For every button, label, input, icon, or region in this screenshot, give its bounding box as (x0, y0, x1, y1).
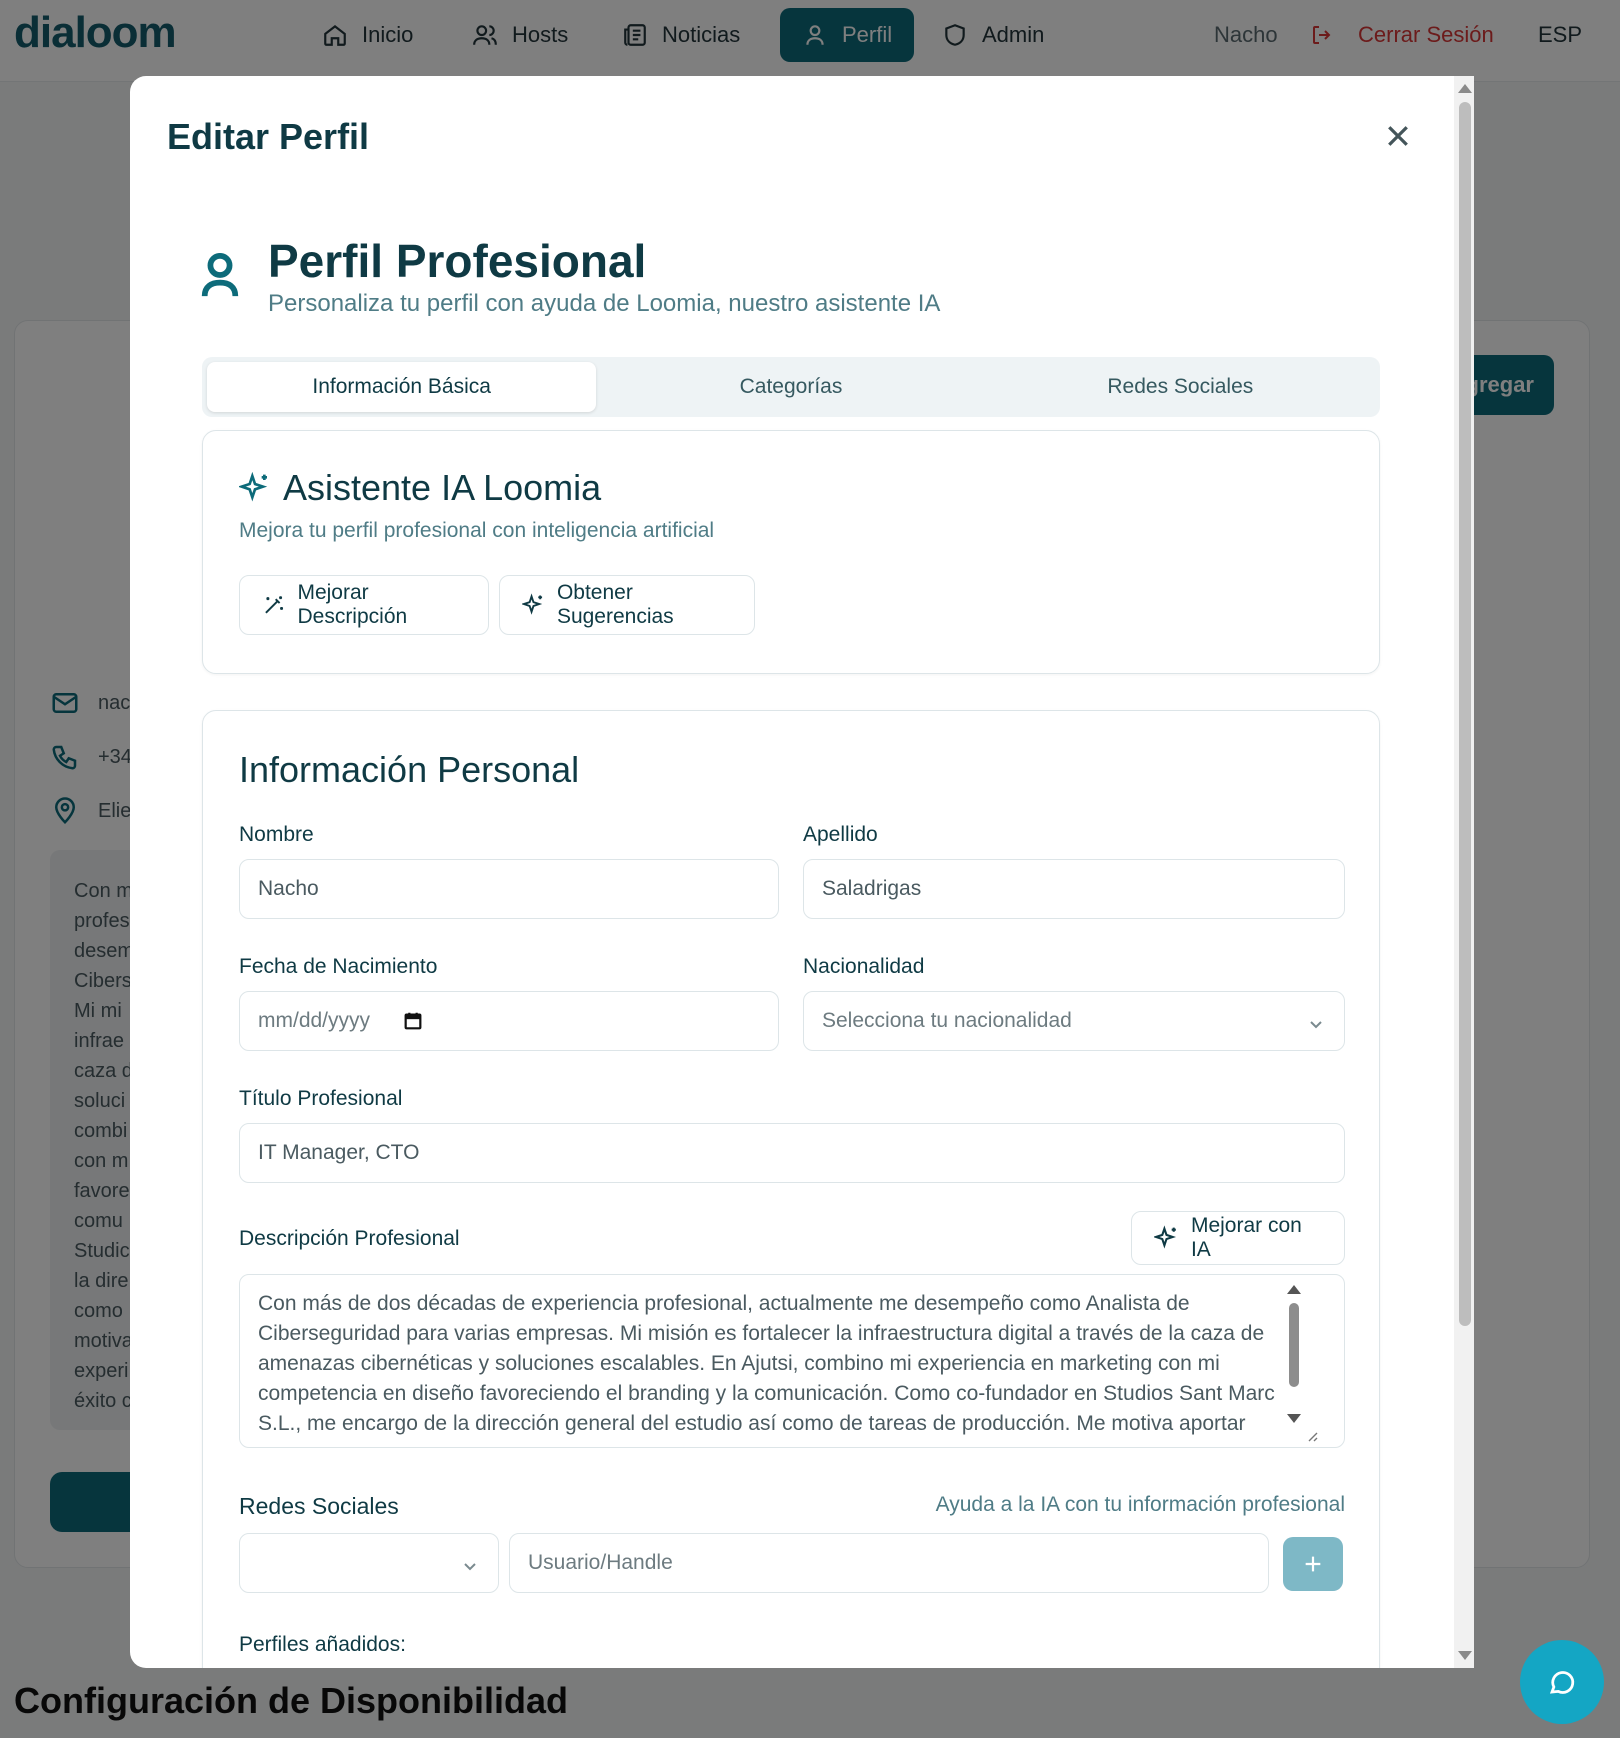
first-name-label: Nombre (239, 823, 314, 846)
improve-with-ai-button[interactable]: Mejorar con IA (1131, 1211, 1345, 1265)
sparkles-icon (1154, 1225, 1177, 1249)
social-network-select[interactable] (239, 1533, 499, 1593)
tab-basic-info[interactable]: Información Básica (207, 362, 597, 412)
professional-profile-subtitle: Personaliza tu perfil con ayuda de Loomi… (268, 290, 941, 317)
close-icon (1388, 126, 1408, 146)
tab-social[interactable]: Redes Sociales (986, 362, 1375, 412)
improve-description-label: Mejorar Descripción (297, 581, 408, 628)
ai-assistant-card: Asistente IA Loomia Mejora tu perfil pro… (202, 430, 1380, 674)
profile-user-icon (200, 252, 240, 303)
nationality-placeholder: Selecciona tu nacionalidad (822, 1009, 1072, 1032)
description-textarea[interactable]: Con más de dos décadas de experiencia pr… (239, 1274, 1345, 1448)
ai-assistant-title: Asistente IA Loomia (239, 467, 601, 509)
profile-tabs: Información Básica Categorías Redes Soci… (202, 357, 1380, 417)
get-suggestions-button[interactable]: Obtener Sugerencias (499, 575, 755, 635)
last-name-label: Apellido (803, 823, 878, 846)
last-name-value: Saladrigas (822, 877, 922, 900)
first-name-value: Nacho (258, 877, 319, 900)
personal-info-title: Información Personal (239, 749, 580, 790)
ai-assistant-title-text: Asistente IA Loomia (283, 467, 602, 508)
social-handle-placeholder: Usuario/Handle (528, 1551, 673, 1574)
job-title-value: IT Manager, CTO (258, 1141, 420, 1164)
birthdate-input[interactable]: mm/dd/yyyy (239, 991, 779, 1051)
get-suggestions-label: Obtener Sugerencias (556, 581, 674, 628)
chevron-down-icon (1308, 1014, 1322, 1029)
description-label: Descripción Profesional (239, 1227, 460, 1250)
user-icon (201, 252, 239, 297)
professional-profile-title: Perfil Profesional (268, 235, 647, 287)
job-title-label: Título Profesional (239, 1087, 403, 1110)
calendar-icon[interactable] (402, 1010, 424, 1032)
close-button[interactable] (1380, 118, 1416, 154)
modal-scrollbar[interactable] (1454, 76, 1474, 1668)
modal-title: Editar Perfil (167, 116, 370, 157)
improve-description-button[interactable]: Mejorar Descripción (239, 575, 489, 635)
social-section-hint: Ayuda a la IA con tu información profesi… (935, 1493, 1345, 1516)
nationality-label: Nacionalidad (803, 955, 925, 978)
personal-info-card: Información Personal Nombre Nacho Apelli… (202, 710, 1380, 1668)
ai-assistant-subtitle: Mejora tu perfil profesional con intelig… (239, 519, 715, 542)
added-profiles-label: Perfiles añadidos: (239, 1633, 406, 1656)
chevron-down-icon (462, 1556, 476, 1571)
improve-with-ai-label: Mejorar con IA (1190, 1214, 1302, 1261)
plus-icon (1305, 1556, 1321, 1572)
sparkles-icon (522, 593, 543, 615)
add-social-button[interactable] (1283, 1537, 1343, 1591)
textarea-scrollbar[interactable] (1285, 1281, 1303, 1429)
chat-button[interactable] (1520, 1640, 1604, 1724)
job-title-input[interactable]: IT Manager, CTO (239, 1123, 1345, 1183)
edit-profile-modal: Editar Perfil Perfil Profesional Persona… (130, 76, 1474, 1668)
nationality-select[interactable]: Selecciona tu nacionalidad (803, 991, 1345, 1051)
sparkles-icon (239, 472, 268, 502)
resize-handle-icon[interactable] (1303, 1427, 1319, 1443)
last-name-input[interactable]: Saladrigas (803, 859, 1345, 919)
social-section-label: Redes Sociales (239, 1493, 399, 1519)
social-handle-input[interactable]: Usuario/Handle (509, 1533, 1269, 1593)
birthdate-label: Fecha de Nacimiento (239, 955, 438, 978)
message-circle-icon (1549, 1671, 1575, 1694)
magic-wand-icon (265, 596, 284, 614)
tab-categories[interactable]: Categorías (596, 362, 985, 412)
first-name-input[interactable]: Nacho (239, 859, 779, 919)
birthdate-placeholder: mm/dd/yyyy (258, 1009, 371, 1032)
